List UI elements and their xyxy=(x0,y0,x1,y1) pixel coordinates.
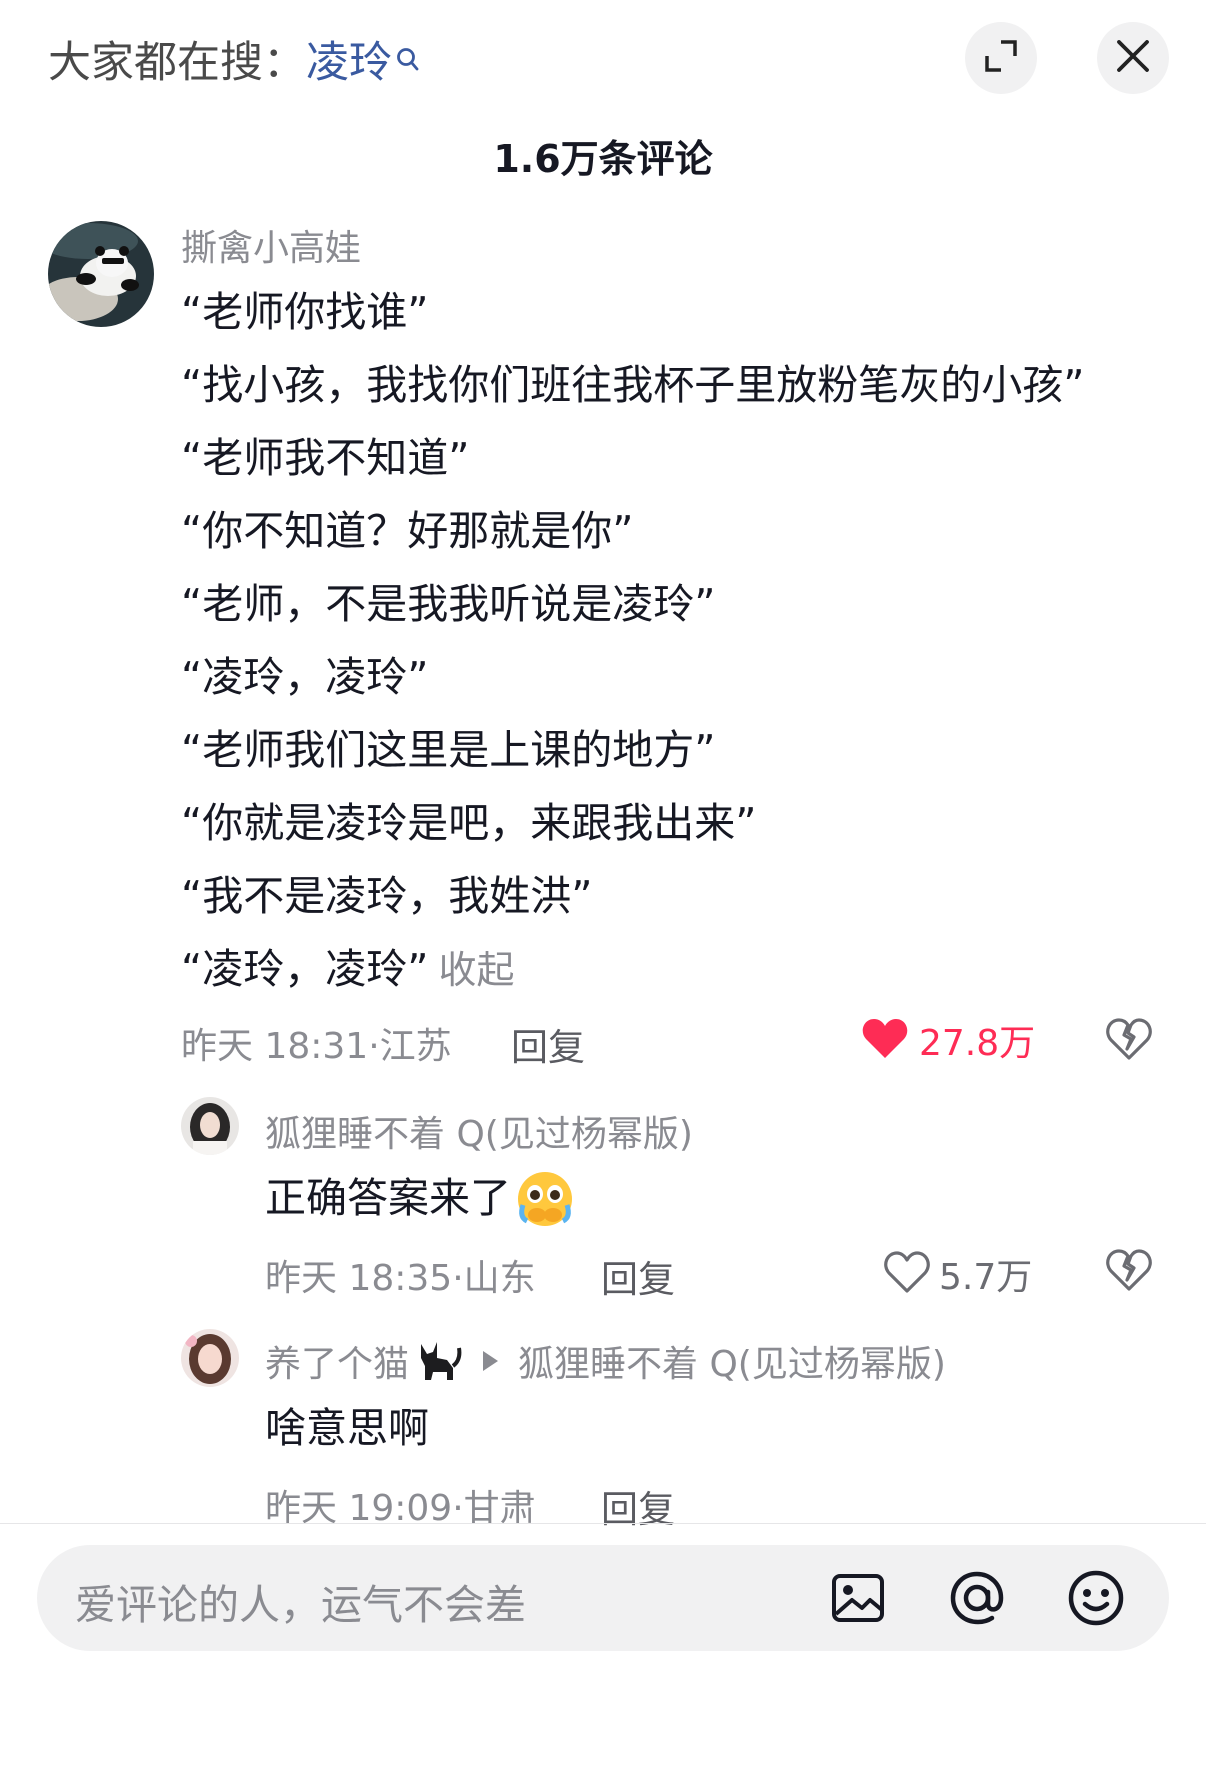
image-icon xyxy=(830,1574,886,1630)
comment-username[interactable]: 撕禽小高娃 xyxy=(181,219,361,271)
comment-time: 昨天 18:35 xyxy=(265,1258,453,1299)
emoji-button[interactable] xyxy=(1066,1568,1126,1632)
comment-line-last: “凌玲，凌玲” 收起 xyxy=(181,933,1084,1007)
heart-outline-icon xyxy=(883,1250,931,1298)
mention-button[interactable] xyxy=(947,1568,1007,1632)
reply-button[interactable]: 回复 xyxy=(601,1249,675,1303)
close-button[interactable] xyxy=(1097,22,1169,94)
comment-text: 正确答案来了 xyxy=(265,1174,511,1222)
comment-line: “你就是凌玲是吧，来跟我出来” xyxy=(181,799,757,847)
image-button[interactable] xyxy=(830,1570,886,1630)
like-count: 27.8万 xyxy=(919,1023,1036,1064)
comment-location: 山东 xyxy=(463,1258,536,1299)
avatar[interactable] xyxy=(181,1097,239,1155)
comment-username[interactable]: 养了个猫 xyxy=(265,1335,409,1387)
girl-avatar-icon xyxy=(181,1097,239,1155)
hot-search-keyword[interactable]: 凌玲 xyxy=(306,38,392,88)
like-button[interactable]: 27.8万 xyxy=(861,1014,1035,1066)
panda-avatar-icon xyxy=(48,221,154,327)
dislike-button[interactable] xyxy=(1105,1248,1153,1296)
avatar[interactable] xyxy=(48,221,154,327)
meta-dot: · xyxy=(368,1026,380,1067)
comment-body: “老师你找谁” “找小孩，我找你们班往我杯子里放粉笔灰的小孩” “老师我不知道”… xyxy=(181,276,1084,1007)
dislike-button[interactable] xyxy=(1105,1017,1153,1065)
broken-heart-icon xyxy=(1105,1018,1153,1065)
expand-button[interactable] xyxy=(965,22,1037,94)
broken-heart-icon xyxy=(1105,1249,1153,1296)
comment-input[interactable]: 爱评论的人，运气不会差 xyxy=(75,1571,526,1631)
divider xyxy=(0,1523,1206,1524)
black-cat-emoji xyxy=(413,1336,463,1386)
comment-body: 正确答案来了 xyxy=(265,1162,575,1235)
comment-time: 昨天 18:31 xyxy=(181,1026,369,1067)
girl-avatar-2-icon xyxy=(181,1329,239,1387)
expand-icon xyxy=(983,38,1019,78)
comment-meta: 昨天 18:35·山东 xyxy=(265,1249,536,1301)
comment-meta: 昨天 18:31·江苏 xyxy=(181,1017,452,1069)
comment-line-text: “凌玲，凌玲” xyxy=(181,945,429,993)
collapse-link[interactable]: 收起 xyxy=(438,948,514,992)
emoji-icon xyxy=(1066,1570,1126,1632)
comment-line: “老师我们这里是上课的地方” xyxy=(181,726,716,774)
comment-line: “老师，不是我我听说是凌玲” xyxy=(181,580,716,628)
comment-count-title: 1.6万条评论 xyxy=(493,137,713,181)
comment-line: “凌玲，凌玲” xyxy=(181,653,429,701)
comment-line: “老师我不知道” xyxy=(181,434,470,482)
hot-search-prefix: 大家都在搜： xyxy=(48,38,306,88)
comment-username-row: 养了个猫 狐狸睡不着 Q(见过杨幂版) xyxy=(265,1335,946,1387)
reply-arrow-icon xyxy=(483,1351,499,1371)
search-icon xyxy=(396,34,420,84)
hot-search-bar[interactable]: 大家都在搜：凌玲 xyxy=(48,28,420,90)
comment-username[interactable]: 狐狸睡不着 Q(见过杨幂版) xyxy=(265,1105,693,1157)
crying-face-emoji xyxy=(515,1169,575,1229)
comment-line: “你不知道？好那就是你” xyxy=(181,507,634,555)
heart-filled-icon xyxy=(861,1016,909,1064)
reply-button[interactable]: 回复 xyxy=(511,1017,585,1071)
comment-location: 江苏 xyxy=(379,1026,452,1067)
reply-button[interactable]: 回复 xyxy=(601,1479,675,1533)
meta-dot: · xyxy=(452,1258,464,1299)
at-icon xyxy=(947,1571,1007,1632)
like-button[interactable]: 5.7万 xyxy=(883,1248,1032,1300)
reply-to-username[interactable]: 狐狸睡不着 Q(见过杨幂版) xyxy=(518,1335,946,1387)
comment-text: 啥意思啊 xyxy=(265,1404,429,1452)
like-count: 5.7万 xyxy=(939,1257,1033,1298)
close-icon xyxy=(1116,39,1150,77)
comment-line: “我不是凌玲，我姓洪” xyxy=(181,872,593,920)
comment-line: “老师你找谁” xyxy=(181,288,429,336)
avatar[interactable] xyxy=(181,1329,239,1387)
comment-line: “找小孩，我找你们班往我杯子里放粉笔灰的小孩” xyxy=(181,361,1085,409)
